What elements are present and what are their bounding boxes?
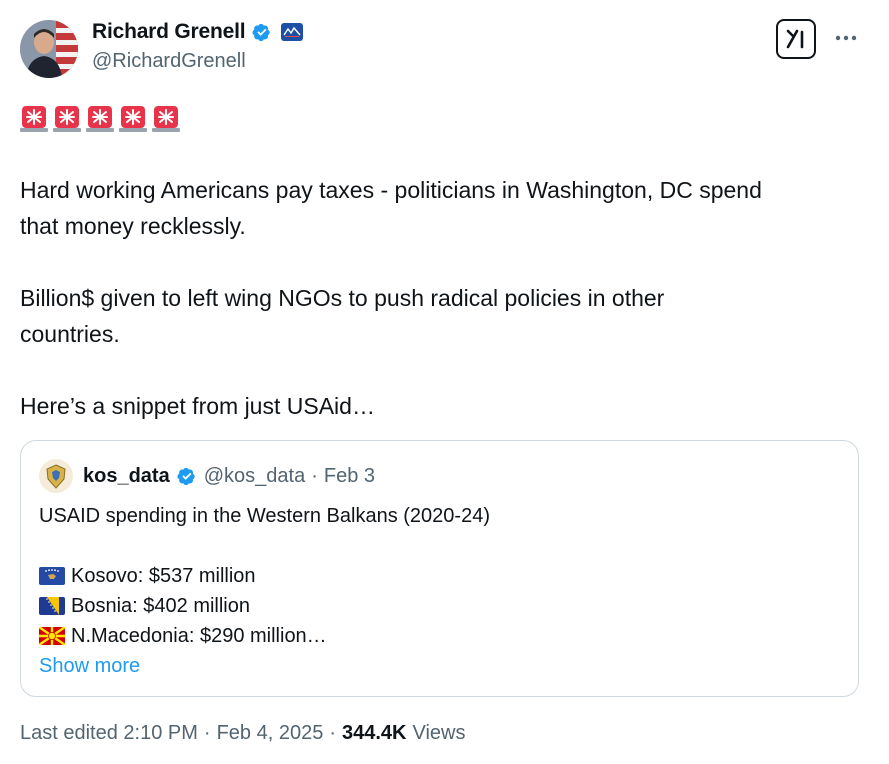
police-siren-icon — [20, 106, 48, 132]
list-item: N.Macedonia: $290 million… — [39, 621, 839, 651]
quoted-tweet-header: kos_data @kos_data · Feb 3 — [39, 459, 375, 493]
police-siren-icon — [152, 106, 180, 132]
quoted-tweet-body: USAID spending in the Western Balkans (2… — [39, 501, 839, 681]
list-item-text: N.Macedonia: $290 million… — [71, 625, 327, 647]
police-siren-icon — [53, 106, 81, 132]
tweet-meta: Last edited 2:10 PM · Feb 4, 2025 · 344.… — [20, 722, 465, 745]
author-display-name[interactable]: Richard Grenell — [92, 20, 246, 44]
grok-icon — [786, 29, 804, 49]
bosnia-flag-icon — [39, 597, 65, 615]
tweet-line: Hard working Americans pay taxes - polit… — [20, 177, 762, 203]
list-item: Bosnia: $402 million — [39, 591, 839, 621]
author-avatar-image — [20, 20, 78, 78]
kosovo-flag-icon — [39, 567, 65, 585]
north-macedonia-flag-icon — [39, 627, 65, 645]
list-item-text: Bosnia: $402 million — [71, 595, 250, 617]
author-avatar[interactable] — [20, 20, 78, 78]
tweet-line: Here’s a snippet from just USAid… — [20, 393, 375, 419]
list-item-text: Kosovo: $537 million — [71, 565, 256, 587]
list-item: Kosovo: $537 million — [39, 561, 839, 591]
quoted-tweet-card[interactable]: kos_data @kos_data · Feb 3 USAID spendin… — [20, 440, 859, 697]
more-dots-icon — [835, 35, 857, 41]
quoted-tweet-date[interactable]: Feb 3 — [324, 465, 375, 488]
views-label: Views — [412, 722, 466, 744]
quoted-tweet-text: USAID spending in the Western Balkans (2… — [39, 505, 490, 527]
grok-button[interactable] — [776, 19, 816, 59]
affiliation-badge-icon[interactable] — [281, 23, 304, 41]
police-siren-icon — [86, 106, 114, 132]
tweet-text: Hard working Americans pay taxes - polit… — [20, 172, 870, 424]
separator-dot: · — [329, 722, 336, 744]
views-count[interactable]: 344.4K — [342, 722, 407, 745]
separator-dot: · — [311, 464, 318, 487]
police-siren-icon — [119, 106, 147, 132]
separator-dot: · — [203, 722, 211, 744]
quoted-author-handle[interactable]: @kos_data — [204, 465, 305, 488]
edited-time[interactable]: Last edited 2:10 PM — [20, 722, 198, 745]
author-handle[interactable]: @RichardGrenell — [92, 50, 246, 73]
verified-badge-icon[interactable] — [176, 465, 198, 487]
tweet-date[interactable]: Feb 4, 2025 — [217, 722, 324, 745]
quoted-author-name[interactable]: kos_data — [83, 465, 170, 488]
quoted-author-avatar[interactable] — [39, 459, 73, 493]
author-name-row: Richard Grenell — [92, 18, 304, 46]
tweet-line: that money recklessly. — [20, 213, 246, 239]
tweet-line: Billion$ given to left wing NGOs to push… — [20, 285, 665, 311]
verified-badge-icon[interactable] — [251, 21, 273, 43]
tweet-line: countries. — [20, 321, 120, 347]
emoji-row — [20, 103, 180, 133]
coat-of-arms-icon — [46, 464, 66, 489]
show-more-link[interactable]: Show more — [39, 651, 839, 681]
more-options-button[interactable] — [832, 28, 860, 48]
